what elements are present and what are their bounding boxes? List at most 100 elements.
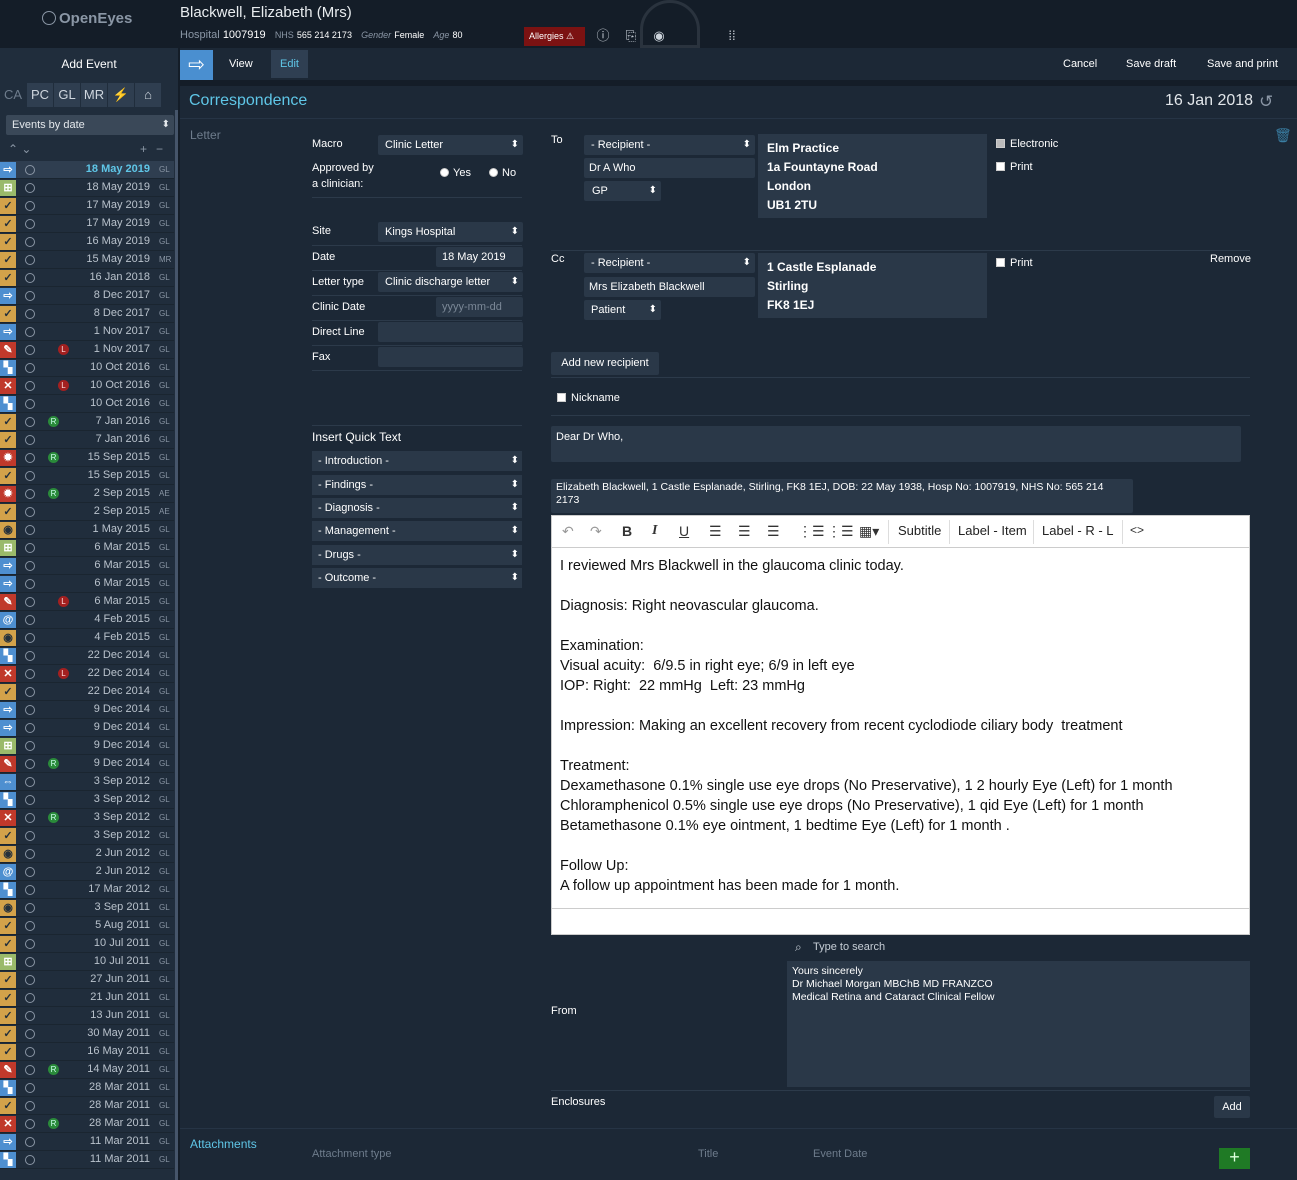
event-list-item[interactable]: ▚ 17 Mar 2012 GL [0,881,174,899]
event-list-item[interactable]: ✕ R 28 Mar 2011 GL [0,1115,174,1133]
event-list-item[interactable]: ✹ R 2 Sep 2015 AE [0,485,174,503]
quick-text-diagnosis[interactable]: - Diagnosis - [312,498,522,518]
event-list-item[interactable]: ◉ 2 Jun 2012 GL [0,845,174,863]
tab-view[interactable]: View [220,50,262,78]
bullet-list-icon[interactable]: ⋮☰ [798,523,825,540]
cc-role-select[interactable]: Patient [584,300,661,320]
event-list-item[interactable]: ✓ R 7 Jan 2016 GL [0,413,174,431]
filter-drug-icon[interactable]: ⌂ [135,83,161,107]
letter-body[interactable]: I reviewed Mrs Blackwell in the glaucoma… [552,548,1249,908]
events-sort-select[interactable]: Events by date [6,115,174,135]
event-list-item[interactable]: ✓ 7 Jan 2016 GL [0,431,174,449]
cc-remove-link[interactable]: Remove [1210,253,1251,265]
event-list-item[interactable]: ✓ 21 Jun 2011 GL [0,989,174,1007]
filter-pc[interactable]: PC [27,83,53,107]
event-list-item[interactable]: ⇨ 9 Dec 2014 GL [0,719,174,737]
event-list-item[interactable]: ⇨ 8 Dec 2017 GL [0,287,174,305]
event-list-item[interactable]: ✓ 16 May 2011 GL [0,1043,174,1061]
align-right-icon[interactable]: ☰ [767,523,780,540]
from-signature[interactable]: Yours sincerely Dr Michael Morgan MBChB M… [787,961,1250,1087]
event-list-item[interactable]: ⇔ 3 Sep 2012 GL [0,773,174,791]
openeyes-logo[interactable]: OpenEyes [42,10,132,27]
event-list-item[interactable]: ▚ 10 Oct 2016 GL [0,359,174,377]
quick-text-drugs[interactable]: - Drugs - [312,545,522,565]
event-list-item[interactable]: ⇨ 1 Nov 2017 GL [0,323,174,341]
event-list-item[interactable]: ⇨ 6 Mar 2015 GL [0,575,174,593]
event-list-item[interactable]: ✎ L 1 Nov 2017 GL [0,341,174,359]
approved-no-radio[interactable]: No [489,167,516,179]
nickname-checkbox[interactable]: Nickname [557,392,620,404]
event-list-item[interactable]: ▚ 11 Mar 2011 GL [0,1151,174,1169]
align-center-icon[interactable]: ☰ [738,523,751,540]
source-code-icon[interactable]: <> [1130,523,1144,537]
filter-ca[interactable]: CA [0,83,26,107]
event-list-item[interactable]: ⊞ 18 May 2019 GL [0,179,174,197]
letter-editor[interactable]: ↶ ↷ B I U ☰ ☰ ☰ ⋮☰ ⋮☰ ▦▾ Subtitle Label … [551,515,1250,935]
site-select[interactable]: Kings Hospital [378,222,523,242]
event-list-item[interactable]: ⇨ 18 May 2019 GL [0,161,174,179]
event-list-item[interactable]: ◉ 1 May 2015 GL [0,521,174,539]
direct-line-input[interactable] [378,322,523,342]
event-list-item[interactable]: ▚ 10 Oct 2016 GL [0,395,174,413]
event-list-item[interactable]: ✓ 22 Dec 2014 GL [0,683,174,701]
bold-icon[interactable]: B [622,523,632,539]
event-list-item[interactable]: @4 Feb 2015 GL [0,611,174,629]
event-list-item[interactable]: ✓ 30 May 2011 GL [0,1025,174,1043]
event-list-item[interactable]: ✓ 16 Jan 2018 GL [0,269,174,287]
cancel-button[interactable]: Cancel [1054,50,1106,78]
event-list-item[interactable]: ⇨ 6 Mar 2015 GL [0,557,174,575]
collapse-all-icon[interactable]: − [156,142,163,156]
from-search-input[interactable]: Type to search [787,937,1250,957]
event-list-item[interactable]: ▚ 3 Sep 2012 GL [0,791,174,809]
to-recipient-select[interactable]: - Recipient - [584,135,755,155]
quick-text-introduction[interactable]: - Introduction - [312,451,522,471]
event-list-item[interactable]: ⇨ 9 Dec 2014 GL [0,701,174,719]
quick-text-outcome[interactable]: - Outcome - [312,568,522,588]
event-list-item[interactable]: ✓ 10 Jul 2011 GL [0,935,174,953]
filter-mr[interactable]: MR [81,83,107,107]
event-list-item[interactable]: ✎ L 6 Mar 2015 GL [0,593,174,611]
event-list-item[interactable]: ✓ 17 May 2019 GL [0,197,174,215]
change-date-icon[interactable]: ↺ [1259,92,1273,112]
filter-gl[interactable]: GL [54,83,80,107]
event-list-item[interactable]: ⇨ 11 Mar 2011 GL [0,1133,174,1151]
save-print-button[interactable]: Save and print [1198,50,1287,78]
event-list-item[interactable]: ⊞ 6 Mar 2015 GL [0,539,174,557]
event-list-item[interactable]: ✓ 16 May 2019 GL [0,233,174,251]
event-list-item[interactable]: ✓ 15 May 2019 MR [0,251,174,269]
sidebar-scrollbar[interactable] [175,110,178,1180]
add-event-button[interactable]: Add Event [0,50,178,78]
cc-name-input[interactable]: Mrs Elizabeth Blackwell [584,277,755,297]
save-draft-button[interactable]: Save draft [1117,50,1185,78]
cc-recipient-select[interactable]: - Recipient - [584,253,755,273]
event-list-item[interactable]: ⊞ 10 Jul 2011 GL [0,953,174,971]
allergies-badge[interactable]: Allergies ⚠ [524,27,585,46]
event-list-item[interactable]: ⊞ 9 Dec 2014 GL [0,737,174,755]
cc-address[interactable]: 1 Castle Esplanade Stirling FK8 1EJ [758,253,987,318]
to-name-input[interactable]: Dr A Who [584,158,755,178]
event-list-item[interactable]: ✓ 13 Jun 2011 GL [0,1007,174,1025]
quick-text-findings[interactable]: - Findings - [312,475,522,495]
macro-select[interactable]: Clinic Letter [378,135,523,155]
quick-text-management[interactable]: - Management - [312,521,522,541]
numbered-list-icon[interactable]: ⋮☰ [827,523,854,540]
event-list-item[interactable]: ✓ 5 Aug 2011 GL [0,917,174,935]
event-list-item[interactable]: ✕ L 10 Oct 2016 GL [0,377,174,395]
table-icon[interactable]: ▦▾ [859,523,879,540]
event-list-item[interactable]: ✕ L 22 Dec 2014 GL [0,665,174,683]
event-list-item[interactable]: ◉ 4 Feb 2015 GL [0,629,174,647]
salutation-input[interactable]: Dear Dr Who, [551,426,1241,462]
to-role-select[interactable]: GP [584,181,661,201]
to-print-checkbox[interactable]: Print [996,161,1033,173]
add-attachment-button[interactable]: + [1219,1148,1250,1169]
add-recipient-button[interactable]: Add new recipient [551,352,659,375]
redo-icon[interactable]: ↷ [590,523,602,540]
event-list-item[interactable]: ✓ 8 Dec 2017 GL [0,305,174,323]
italic-icon[interactable]: I [652,523,657,539]
underline-icon[interactable]: U [679,523,689,539]
event-list-item[interactable]: ✓ 2 Sep 2015 AE [0,503,174,521]
align-left-icon[interactable]: ☰ [709,523,722,540]
event-list-item[interactable]: ▚ 28 Mar 2011 GL [0,1079,174,1097]
clinic-date-input[interactable]: yyyy-mm-dd [436,297,523,317]
tab-edit[interactable]: Edit [271,50,308,78]
